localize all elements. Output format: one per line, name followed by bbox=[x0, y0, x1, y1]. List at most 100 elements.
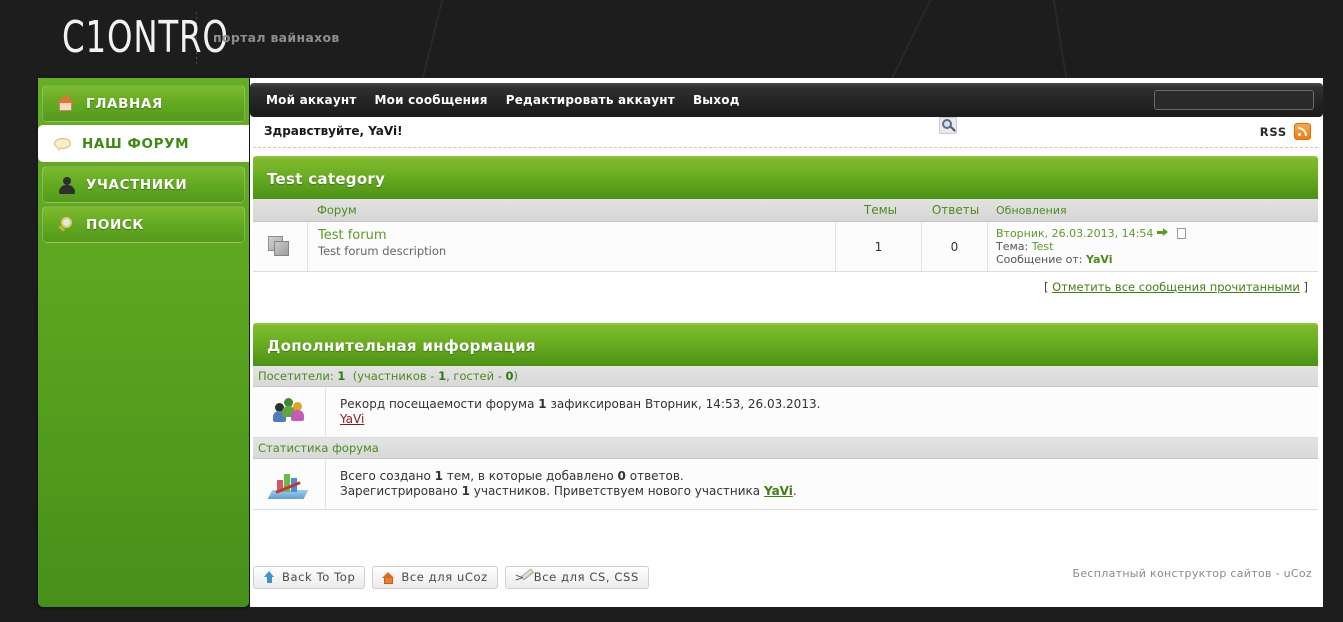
visitors-guests: 0 bbox=[505, 369, 514, 383]
forum-stats-subheader: Статистика форума bbox=[253, 438, 1318, 459]
search-input[interactable] bbox=[1154, 90, 1314, 110]
visitors-count: 1 bbox=[337, 369, 346, 383]
forum-icon-cell bbox=[253, 222, 308, 271]
extra-info-block: Дополнительная информация Посетители: 1 … bbox=[253, 323, 1318, 510]
forum-stats-row: Всего создано 1 тем, в которые добавлено… bbox=[253, 459, 1318, 510]
update-topic-label: Тема: bbox=[996, 240, 1029, 253]
col-topics: Темы bbox=[863, 203, 898, 217]
table-row: Test forum Test forum description 1 0 Вт… bbox=[253, 222, 1318, 272]
nav-edit-account[interactable]: Редактировать аккаунт bbox=[506, 93, 675, 107]
arrow-right-icon[interactable] bbox=[1156, 228, 1177, 238]
col-answers: Ответы bbox=[931, 203, 980, 217]
sidebar-item-label: УЧАСТНИКИ bbox=[86, 176, 188, 193]
visitors-prefix: Посетители: bbox=[258, 369, 334, 383]
forum-last-update: Вторник, 26.03.2013, 14:54 Тема: Test Со… bbox=[988, 222, 1318, 271]
site-tagline: портал вайнахов bbox=[213, 30, 340, 45]
sidebar-item-search[interactable]: ПОИСК bbox=[42, 206, 245, 243]
pencil-icon: > bbox=[515, 571, 528, 584]
divider bbox=[253, 147, 1318, 148]
record-user-link[interactable]: YaVi bbox=[340, 412, 364, 426]
sidebar-item-home[interactable]: ГЛАВНАЯ bbox=[42, 85, 245, 122]
people-body bbox=[291, 410, 304, 421]
attendance-record-text: Рекорд посещаемости форума 1 зафиксирова… bbox=[326, 387, 1318, 437]
mark-read-row: [ Отметить все сообщения прочитанными ] bbox=[253, 272, 1318, 294]
greeting-text: Здравствуйте, YaVi! bbox=[264, 124, 403, 138]
mark-all-read-link[interactable]: Отметить все сообщения прочитанными bbox=[1052, 280, 1300, 294]
stats-line2-c: . bbox=[792, 484, 797, 498]
stats-answers: 0 bbox=[617, 469, 626, 483]
sidebar-item-forum[interactable]: НАШ ФОРУМ bbox=[38, 125, 249, 162]
update-date: Вторник, 26.03.2013, 14:54 bbox=[996, 227, 1154, 240]
nav-my-account[interactable]: Мой аккаунт bbox=[266, 93, 357, 107]
footer-credit: Бесплатный конструктор сайтов - uCoz bbox=[1072, 567, 1312, 580]
stats-line2-b: участников. Приветствуем нового участник… bbox=[473, 484, 761, 498]
visitors-detail-close: ) bbox=[513, 369, 519, 383]
all-for-cs-css-button[interactable]: > Все для CS, CSS bbox=[504, 565, 649, 589]
forum-category-block: Test category Форум Темы Ответы Обновлен… bbox=[253, 156, 1318, 294]
col-forum: Форум bbox=[317, 203, 357, 217]
extra-info-title: Дополнительная информация bbox=[267, 336, 536, 355]
attendance-record-row: Рекорд посещаемости форума 1 зафиксирова… bbox=[253, 387, 1318, 438]
back-to-top-label: Back To Top bbox=[282, 570, 356, 584]
forum-table-header: Форум Темы Ответы Обновления bbox=[253, 199, 1318, 222]
visitors-members: 1 bbox=[438, 369, 447, 383]
category-title: Test category bbox=[267, 169, 386, 188]
magnifier-icon bbox=[57, 215, 79, 235]
logo-divider bbox=[196, 12, 197, 66]
top-navigation-bar: Мой аккаунт Мои сообщения Редактировать … bbox=[250, 83, 1323, 134]
header-decoration-line bbox=[411, 0, 451, 78]
sidebar-item-label: ПОИСК bbox=[86, 216, 145, 233]
nav-my-messages[interactable]: Мои сообщения bbox=[375, 93, 488, 107]
visitors-subheader: Посетители: 1 (участников - 1, гостей - … bbox=[253, 366, 1318, 387]
visitors-detail-open: (участников - bbox=[352, 369, 435, 383]
sidebar: ГЛАВНАЯ НАШ ФОРУМ УЧАСТНИКИ ПОИСК bbox=[38, 78, 249, 607]
record-icon-cell bbox=[253, 387, 326, 437]
update-author-label: Сообщение от: bbox=[996, 253, 1083, 266]
main-content: Мой аккаунт Мои сообщения Редактировать … bbox=[250, 78, 1323, 607]
record-value: 1 bbox=[538, 397, 547, 411]
all-for-ucoz-label: Все для uCoz bbox=[401, 570, 488, 584]
search-icon[interactable] bbox=[939, 117, 957, 134]
stats-line1-b: тем, в которые добавлено bbox=[446, 469, 614, 483]
sidebar-item-label: НАШ ФОРУМ bbox=[82, 135, 190, 152]
forum-stats-text: Всего создано 1 тем, в которые добавлено… bbox=[326, 459, 1318, 509]
forum-info-cell: Test forum Test forum description bbox=[308, 222, 836, 271]
site-logo[interactable]: C1ONTRO bbox=[62, 13, 229, 63]
stats-icon-cell bbox=[253, 459, 326, 509]
update-author-link[interactable]: YaVi bbox=[1086, 253, 1112, 266]
speech-bubble-icon bbox=[53, 134, 75, 154]
sidebar-item-members[interactable]: УЧАСТНИКИ bbox=[42, 166, 245, 203]
bracket-close: ] bbox=[1303, 280, 1309, 294]
forum-topics-count: 1 bbox=[836, 222, 922, 271]
arrow-up-icon bbox=[263, 570, 276, 584]
people-icon bbox=[271, 397, 307, 427]
greater-than-sign: > bbox=[514, 570, 525, 584]
rss-icon[interactable] bbox=[1294, 123, 1311, 140]
header-decoration-line bbox=[1048, 0, 1074, 78]
stats-topics: 1 bbox=[434, 469, 444, 483]
user-icon bbox=[57, 175, 79, 195]
stats-line1-c: ответов. bbox=[629, 469, 684, 483]
category-header: Test category bbox=[253, 156, 1318, 199]
rss-label: RSS bbox=[1259, 124, 1287, 139]
page-icon[interactable] bbox=[1176, 228, 1186, 239]
page-root: C1ONTRO портал вайнахов ГЛАВНАЯ НАШ ФОРУ… bbox=[0, 0, 1343, 622]
search-area bbox=[939, 90, 1314, 134]
rss-area[interactable]: RSS bbox=[1260, 123, 1311, 140]
home-icon bbox=[57, 94, 79, 114]
new-member-link[interactable]: YaVi bbox=[764, 484, 793, 498]
col-updates: Обновления bbox=[996, 203, 1067, 217]
all-for-cs-css-label: Все для CS, CSS bbox=[533, 570, 639, 584]
nav-logout[interactable]: Выход bbox=[693, 93, 740, 107]
forum-answers-count: 0 bbox=[922, 222, 988, 271]
all-for-ucoz-button[interactable]: Все для uCoz bbox=[372, 565, 498, 589]
sidebar-item-label: ГЛАВНАЯ bbox=[86, 95, 163, 112]
back-to-top-button[interactable]: Back To Top bbox=[253, 565, 366, 589]
visitors-detail-mid: , гостей - bbox=[446, 369, 502, 383]
folder-stack-icon bbox=[268, 235, 292, 258]
header-decoration-line bbox=[860, 0, 942, 78]
forum-name-link[interactable]: Test forum bbox=[318, 228, 835, 244]
update-topic-link[interactable]: Test bbox=[1032, 240, 1054, 253]
stats-line1-a: Всего создано bbox=[340, 469, 431, 483]
chart-icon bbox=[267, 469, 309, 499]
